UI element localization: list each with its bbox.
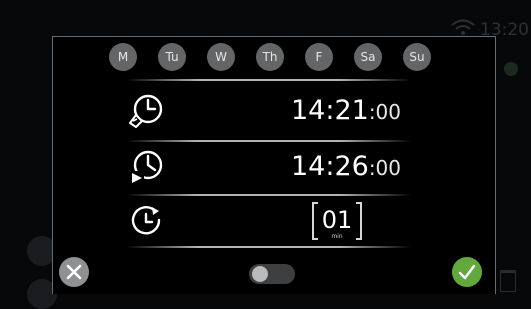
end-time-seconds: :00	[368, 156, 401, 180]
wifi-icon	[451, 19, 475, 35]
day-tuesday-button[interactable]: Tu	[158, 43, 186, 71]
duration-field[interactable]: 01 min	[312, 202, 362, 242]
start-time-hm: 14:21	[291, 95, 369, 126]
confirm-button[interactable]	[452, 257, 482, 287]
repeat-toggle[interactable]	[249, 264, 295, 284]
duration-unit: min	[331, 233, 343, 240]
day-friday-button[interactable]: F	[305, 43, 333, 71]
background-check-icon	[504, 62, 518, 76]
trash-icon	[500, 270, 516, 292]
day-sunday-button[interactable]: Su	[403, 43, 431, 71]
cancel-button[interactable]	[59, 257, 89, 287]
day-thursday-button[interactable]: Th	[256, 43, 284, 71]
timer-refresh-icon	[131, 206, 161, 235]
end-time-hm: 14:26	[291, 151, 369, 182]
toggle-knob	[252, 266, 268, 282]
start-time[interactable]: 14:21:00	[291, 91, 401, 131]
bracket-right	[356, 202, 362, 240]
schedule-dialog: M Tu W Th F Sa Su 14:21:00 14:26:00 01 m…	[52, 36, 496, 294]
divider	[126, 79, 411, 81]
duration-value: 01	[321, 206, 353, 234]
divider	[126, 246, 411, 248]
divider	[126, 140, 411, 142]
start-time-seconds: :00	[368, 100, 401, 124]
weekday-selector: M Tu W Th F Sa Su	[109, 43, 433, 71]
day-saturday-button[interactable]: Sa	[354, 43, 382, 71]
alarm-clock-icon	[129, 94, 163, 128]
check-icon	[458, 264, 476, 280]
end-time[interactable]: 14:26:00	[291, 147, 401, 187]
day-monday-button[interactable]: M	[109, 43, 137, 71]
day-wednesday-button[interactable]: W	[207, 43, 235, 71]
close-icon	[66, 264, 82, 280]
play-clock-icon	[130, 150, 163, 185]
divider	[126, 194, 411, 196]
